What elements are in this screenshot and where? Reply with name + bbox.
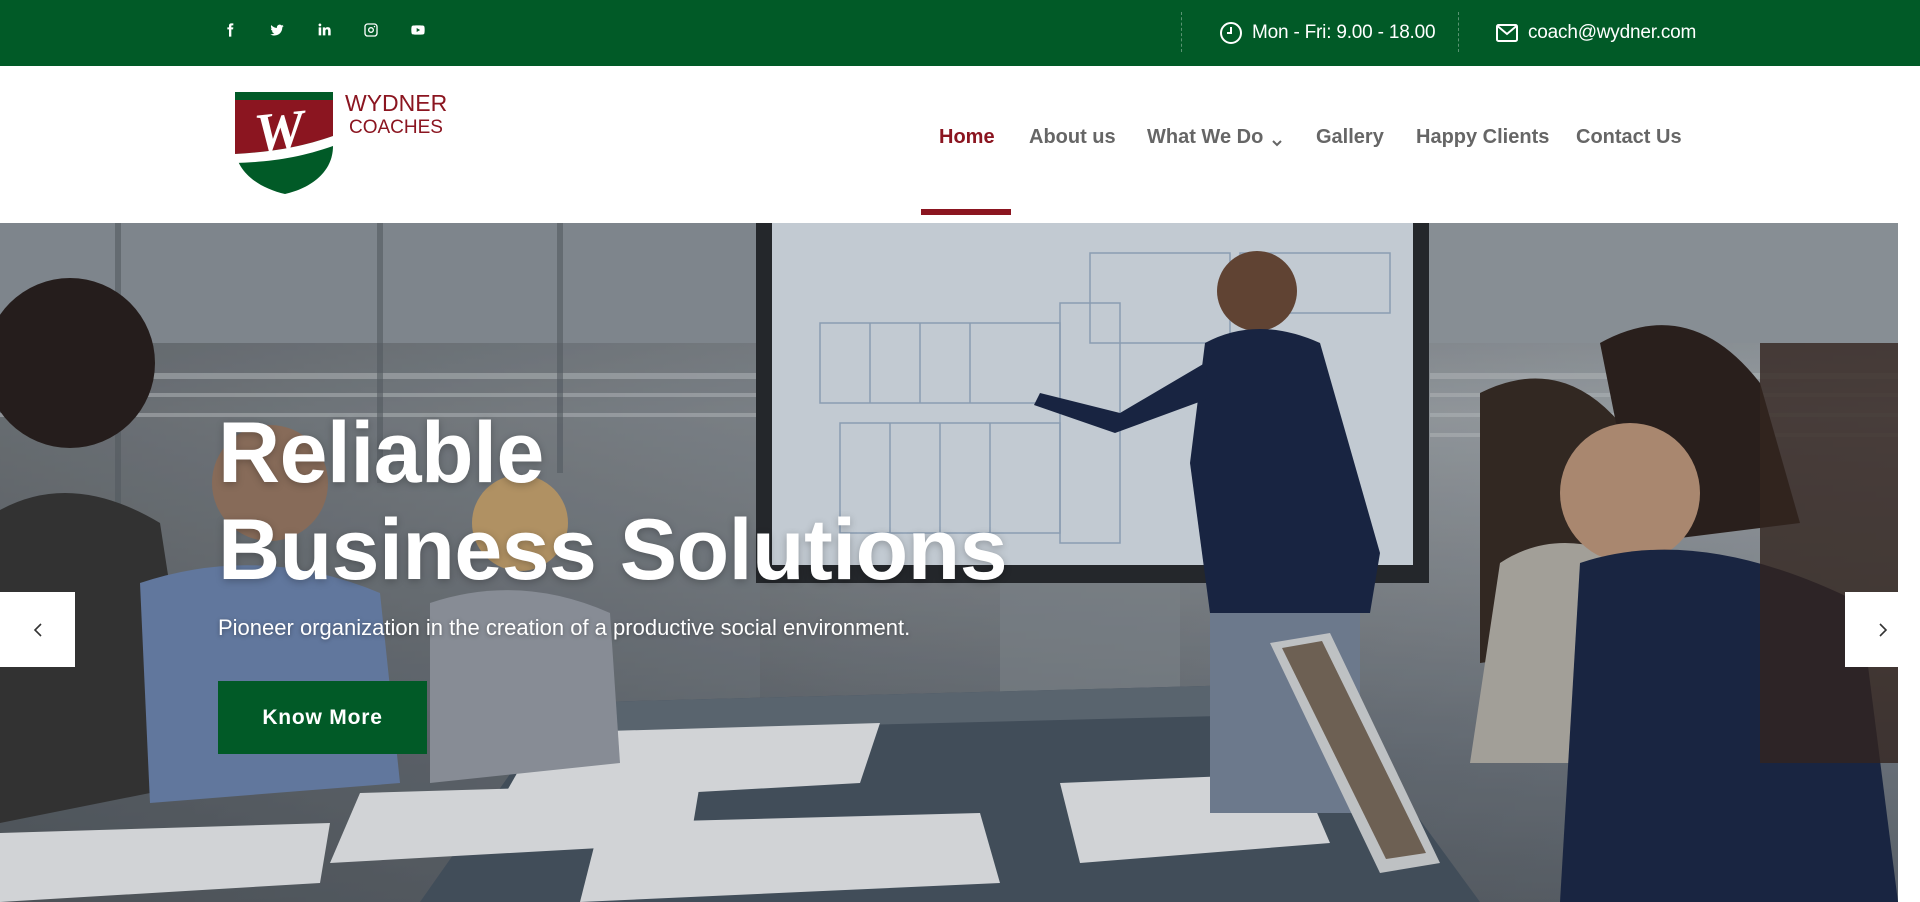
envelope-icon: [1495, 21, 1519, 45]
youtube-icon[interactable]: [408, 20, 428, 40]
site-header: W WYDNER COACHES Home About us What We D…: [0, 66, 1920, 223]
contact-email[interactable]: coach@wydner.com: [1495, 0, 1696, 66]
hero-slider: Reliable Business Solutions Pioneer orga…: [0, 223, 1898, 902]
nav-item-what-we-do[interactable]: What We Do: [1147, 126, 1283, 149]
hero-subtitle: Pioneer organization in the creation of …: [218, 615, 911, 640]
nav-item-home[interactable]: Home: [939, 126, 995, 149]
office-hours-text: Mon - Fri: 9.00 - 18.00: [1252, 22, 1436, 43]
facebook-icon[interactable]: [220, 20, 240, 40]
slider-next-button[interactable]: [1845, 592, 1920, 667]
hero-title-line2: Business Solutions: [218, 502, 1008, 598]
active-nav-indicator: [921, 209, 1011, 215]
nav-item-gallery[interactable]: Gallery: [1316, 126, 1384, 149]
slider-prev-button[interactable]: [0, 592, 75, 667]
hero-title: Reliable Business Solutions: [218, 405, 1008, 599]
nav-item-happy-clients[interactable]: Happy Clients: [1416, 126, 1549, 149]
nav-item-contact-us[interactable]: Contact Us: [1576, 126, 1682, 149]
office-hours: Mon - Fri: 9.00 - 18.00: [1219, 0, 1436, 66]
email-link[interactable]: coach@wydner.com: [1528, 22, 1696, 44]
instagram-icon[interactable]: [361, 20, 381, 40]
topbar-divider: [1181, 12, 1182, 52]
nav-item-about-us[interactable]: About us: [1029, 126, 1116, 149]
top-bar: Mon - Fri: 9.00 - 18.00 coach@wydner.com: [0, 0, 1920, 66]
main-nav: Home About us What We Do Gallery Happy C…: [0, 66, 1920, 223]
know-more-button[interactable]: Know More: [218, 681, 427, 754]
chevron-right-icon: [1878, 622, 1887, 637]
clock-icon: [1219, 21, 1243, 45]
hero-edge-gutter: [1898, 223, 1920, 902]
nav-item-what-we-do-label: What We Do: [1147, 126, 1264, 148]
topbar-divider: [1458, 12, 1459, 52]
twitter-icon[interactable]: [267, 20, 287, 40]
hero-title-line1: Reliable: [218, 405, 544, 501]
linkedin-icon[interactable]: [314, 20, 334, 40]
social-links: [220, 20, 428, 40]
chevron-left-icon: [33, 622, 42, 637]
chevron-down-icon: [1271, 132, 1283, 146]
